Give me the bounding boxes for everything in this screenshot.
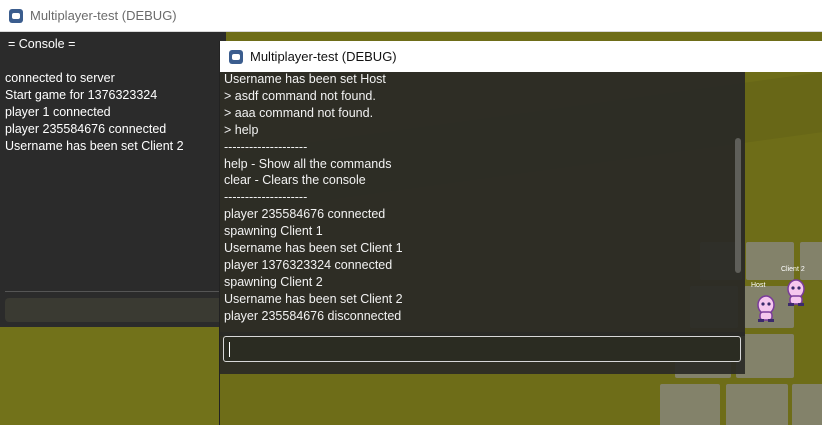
console-divider bbox=[5, 291, 226, 292]
console-line: connected to server bbox=[5, 71, 115, 85]
player-client-2-label: Client 2 bbox=[781, 266, 805, 273]
console-line: player 1 connected bbox=[5, 105, 111, 119]
console-line: player 1376323324 connected bbox=[224, 257, 393, 272]
console-line: Username has been set Client 1 bbox=[224, 241, 403, 256]
player-host-sprite bbox=[757, 295, 775, 322]
console-line: player 235584676 disconnected bbox=[224, 308, 402, 323]
back-console-input[interactable] bbox=[5, 298, 226, 322]
console-line: -------------------- bbox=[224, 190, 308, 205]
back-window-titlebar[interactable]: Multiplayer-test (DEBUG) bbox=[0, 0, 822, 32]
console-line: Username has been set Client 2 bbox=[224, 291, 403, 306]
console-line: -------------------- bbox=[224, 139, 308, 154]
console-line: Start game for 1376323324 bbox=[5, 88, 158, 102]
back-console-log: connected to server Start game for 13763… bbox=[5, 70, 184, 155]
front-console-panel: Username has been set Host > asdf comman… bbox=[220, 72, 745, 336]
console-line: player 235584676 connected bbox=[224, 207, 386, 222]
front-window-titlebar[interactable]: Multiplayer-test (DEBUG) bbox=[220, 41, 822, 72]
back-console-panel: = Console = connected to server Start ga… bbox=[0, 32, 226, 327]
console-command-input[interactable] bbox=[223, 336, 741, 362]
console-line: player 235584676 connected bbox=[5, 122, 167, 136]
front-console-log: Username has been set Host > asdf comman… bbox=[224, 72, 403, 325]
console-line: spawning Client 1 bbox=[224, 224, 323, 239]
console-line: spawning Client 2 bbox=[224, 274, 323, 289]
console-line: help - Show all the commands bbox=[224, 156, 392, 171]
godot-icon bbox=[9, 8, 23, 23]
console-scrollbar[interactable] bbox=[735, 138, 741, 273]
console-line: > aaa command not found. bbox=[224, 105, 374, 120]
back-window-title: Multiplayer-test (DEBUG) bbox=[30, 8, 177, 23]
player-host-label: Host bbox=[751, 282, 766, 289]
front-window-title: Multiplayer-test (DEBUG) bbox=[250, 49, 397, 64]
player-host: Host bbox=[751, 282, 777, 328]
player-client-2: Client 2 bbox=[781, 266, 807, 312]
console-line: > asdf command not found. bbox=[224, 88, 376, 103]
console-header: = Console = bbox=[8, 37, 76, 51]
console-line: Username has been set Client 2 bbox=[5, 139, 184, 153]
console-line: > help bbox=[224, 122, 259, 137]
text-caret bbox=[229, 342, 230, 357]
console-line: clear - Clears the console bbox=[224, 173, 366, 188]
player-client-2-sprite bbox=[787, 279, 805, 306]
front-game-window: Multiplayer-test (DEBUG) Username has be… bbox=[219, 41, 822, 425]
console-line: Username has been set Host bbox=[224, 72, 386, 86]
console-input-bar bbox=[220, 332, 745, 374]
godot-icon bbox=[229, 49, 243, 64]
